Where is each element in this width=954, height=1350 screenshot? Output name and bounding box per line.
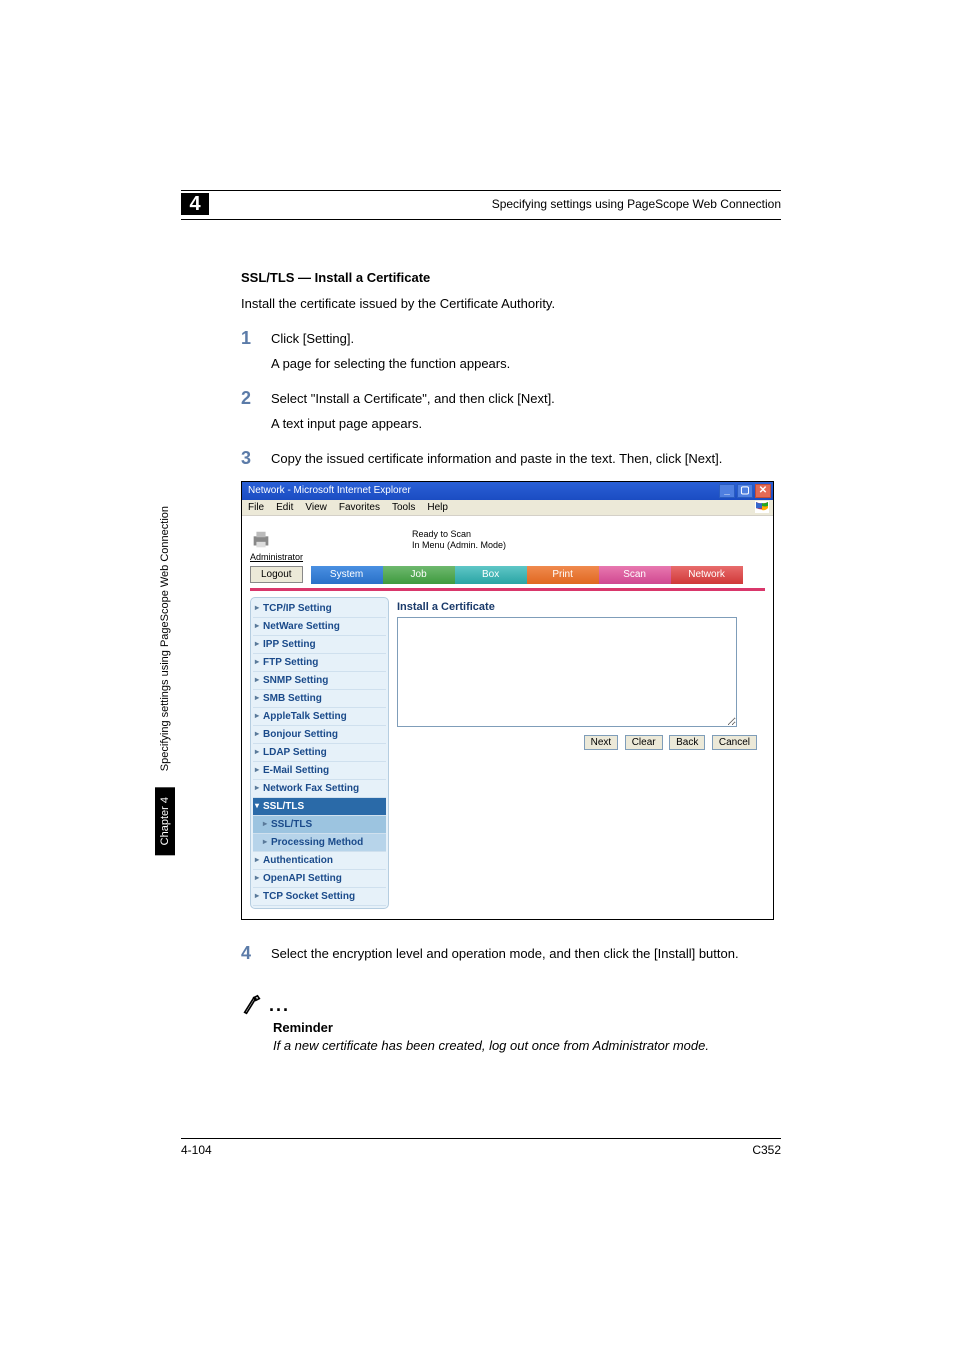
header-title: Specifying settings using PageScope Web … xyxy=(492,197,781,211)
page-footer: 4-104 C352 xyxy=(181,1138,781,1157)
nav-ldap[interactable]: LDAP Setting xyxy=(253,744,386,762)
embedded-screenshot: Network - Microsoft Internet Explorer _ … xyxy=(241,481,774,920)
nav-smb[interactable]: SMB Setting xyxy=(253,690,386,708)
nav-bonjour[interactable]: Bonjour Setting xyxy=(253,726,386,744)
panel-title: Install a Certificate xyxy=(397,601,757,613)
close-icon[interactable]: ✕ xyxy=(755,484,771,498)
status-line-2: In Menu (Admin. Mode) xyxy=(412,540,506,551)
tab-scan[interactable]: Scan xyxy=(599,566,671,584)
menu-tools[interactable]: Tools xyxy=(392,502,415,513)
step-num: 4 xyxy=(241,944,271,964)
nav-tcpip[interactable]: TCP/IP Setting xyxy=(253,600,386,618)
step-2: 2 Select "Install a Certificate", and th… xyxy=(241,389,781,409)
vertical-tab: Specifying settings using PageScope Web … xyxy=(152,498,178,1090)
nav-appletalk[interactable]: AppleTalk Setting xyxy=(253,708,386,726)
section-title: SSL/TLS — Install a Certificate xyxy=(241,270,781,285)
tab-job[interactable]: Job xyxy=(383,566,455,584)
tab-bar: Logout System Job Box Print Scan Network xyxy=(242,564,773,586)
tab-print[interactable]: Print xyxy=(527,566,599,584)
step-3: 3 Copy the issued certificate informatio… xyxy=(241,449,781,469)
step-num: 3 xyxy=(241,449,271,469)
menu-help[interactable]: Help xyxy=(427,502,448,513)
menu-edit[interactable]: Edit xyxy=(276,502,293,513)
cancel-button[interactable]: Cancel xyxy=(712,735,757,750)
side-chapter: Chapter 4 xyxy=(155,787,175,855)
note-dots: ... xyxy=(269,995,290,1016)
step-1: 1 Click [Setting]. xyxy=(241,329,781,349)
side-label: Specifying settings using PageScope Web … xyxy=(155,498,175,787)
menubar: File Edit View Favorites Tools Help xyxy=(242,500,773,516)
page-header: 4 Specifying settings using PageScope We… xyxy=(181,193,781,220)
window-titlebar: Network - Microsoft Internet Explorer _ … xyxy=(242,482,773,500)
next-button[interactable]: Next xyxy=(584,735,619,750)
note-block: ... Reminder If a new certificate has be… xyxy=(241,994,781,1055)
model-number: C352 xyxy=(752,1143,781,1157)
header-area: Ready to Scan In Menu (Admin. Mode) Admi… xyxy=(242,516,773,564)
step-num: 1 xyxy=(241,329,271,349)
status-line-1: Ready to Scan xyxy=(412,529,506,540)
reminder-icon xyxy=(241,994,263,1016)
printer-icon xyxy=(250,529,272,551)
menu-view[interactable]: View xyxy=(305,502,327,513)
nav-snmp[interactable]: SNMP Setting xyxy=(253,672,386,690)
content-panel: Install a Certificate Next Clear Back Ca… xyxy=(389,597,765,909)
nav-sub-processing[interactable]: Processing Method xyxy=(253,834,386,852)
nav-ipp[interactable]: IPP Setting xyxy=(253,636,386,654)
ie-flag-icon xyxy=(755,501,769,513)
minimize-icon[interactable]: _ xyxy=(719,484,735,498)
back-button[interactable]: Back xyxy=(669,735,705,750)
clear-button[interactable]: Clear xyxy=(625,735,663,750)
menu-favorites[interactable]: Favorites xyxy=(339,502,380,513)
step-text: Click [Setting]. xyxy=(271,329,781,349)
tab-system[interactable]: System xyxy=(311,566,383,584)
left-nav: TCP/IP Setting NetWare Setting IPP Setti… xyxy=(250,597,389,909)
note-label: Reminder xyxy=(273,1020,781,1035)
page-number: 4-104 xyxy=(181,1143,212,1157)
nav-networkfax[interactable]: Network Fax Setting xyxy=(253,780,386,798)
step-text: Select the encryption level and operatio… xyxy=(271,944,781,964)
note-text: If a new certificate has been created, l… xyxy=(273,1037,781,1055)
step-4: 4 Select the encryption level and operat… xyxy=(241,944,781,964)
nav-openapi[interactable]: OpenAPI Setting xyxy=(253,870,386,888)
step-num: 2 xyxy=(241,389,271,409)
step-text: Copy the issued certificate information … xyxy=(271,449,781,469)
step-1-sub: A page for selecting the function appear… xyxy=(271,355,781,373)
tab-box[interactable]: Box xyxy=(455,566,527,584)
menu-file[interactable]: File xyxy=(248,502,264,513)
window-title: Network - Microsoft Internet Explorer xyxy=(248,485,411,496)
nav-authentication[interactable]: Authentication xyxy=(253,852,386,870)
nav-email[interactable]: E-Mail Setting xyxy=(253,762,386,780)
tab-network[interactable]: Network xyxy=(671,566,743,584)
intro-text: Install the certificate issued by the Ce… xyxy=(241,295,781,313)
logout-button[interactable]: Logout xyxy=(250,566,303,583)
nav-ssltls[interactable]: SSL/TLS xyxy=(253,798,386,816)
certificate-textarea[interactable] xyxy=(397,617,737,727)
nav-ftp[interactable]: FTP Setting xyxy=(253,654,386,672)
step-text: Select "Install a Certificate", and then… xyxy=(271,389,781,409)
chapter-badge: 4 xyxy=(181,193,209,215)
nav-netware[interactable]: NetWare Setting xyxy=(253,618,386,636)
administrator-link[interactable]: Administrator xyxy=(250,552,303,562)
nav-tcpsocket[interactable]: TCP Socket Setting xyxy=(253,888,386,906)
step-2-sub: A text input page appears. xyxy=(271,415,781,433)
maximize-icon[interactable]: ▢ xyxy=(737,484,753,498)
nav-sub-ssltls[interactable]: SSL/TLS xyxy=(253,816,386,834)
